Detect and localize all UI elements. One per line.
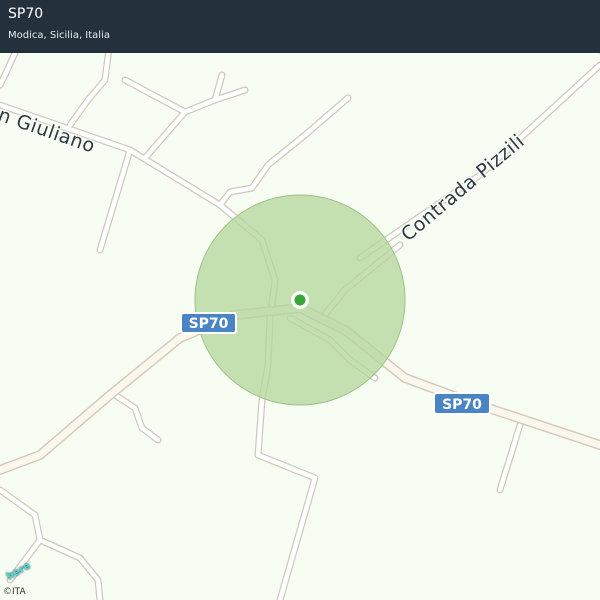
location-subtitle: Modica, Sicilia, Italia [8,30,110,41]
route-shield-label: SP70 [442,397,482,413]
location-header: SP70 Modica, Sicilia, Italia [0,0,600,53]
route-shield-label: SP70 [189,316,229,332]
copyright-notice: ©ITA [3,587,26,597]
map-canvas[interactable]: n Giuliano Contrada Pizzili SP70 SP70 [0,0,600,600]
route-shield-sp70[interactable]: SP70 [180,312,237,334]
location-marker[interactable] [291,291,309,309]
location-title: SP70 [8,6,44,22]
route-shield-sp70[interactable]: SP70 [433,392,491,415]
road-label-contrada-pizzili: Contrada Pizzili [397,130,529,246]
